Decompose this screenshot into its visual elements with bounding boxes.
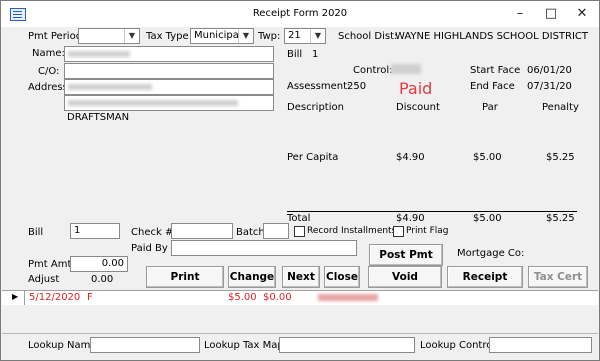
- total-divider: [287, 211, 577, 212]
- lookup-control-field[interactable]: [489, 337, 592, 353]
- lookup-tax-map-field[interactable]: [279, 337, 415, 353]
- assessment-label: Assessment:: [287, 81, 351, 92]
- total-discount: $4.90: [396, 213, 425, 224]
- print-flag-label: Print Flag: [406, 226, 449, 236]
- receipt-form-window: Receipt Form 2020 – □ ✕ Pmt Period ▼ Tax…: [0, 0, 600, 361]
- col-par-header: Par: [482, 102, 498, 113]
- batch-label: Batch: [236, 227, 265, 238]
- col-description-header: Description: [287, 102, 344, 113]
- start-face-value: 06/01/20: [527, 65, 572, 76]
- total-penalty: $5.25: [546, 213, 575, 224]
- pmt-period-select[interactable]: ▼: [78, 28, 140, 44]
- adjust-label: Adjust: [28, 274, 60, 285]
- batch-field[interactable]: [263, 223, 289, 239]
- payment-bill-label: Bill: [28, 227, 44, 238]
- adjust-value: 0.00: [91, 274, 114, 285]
- school-dist-value: WAYNE HIGHLANDS SCHOOL DISTRICT: [395, 31, 589, 42]
- total-label: Total: [287, 213, 311, 224]
- lookup-tax-map-label: Lookup Tax Map: [204, 340, 284, 351]
- tax-type-value: Municipal: [194, 30, 242, 41]
- row-selector-icon: ▶: [12, 292, 19, 301]
- grid-empty-area: [2, 305, 598, 334]
- grid-redacted: [318, 294, 378, 301]
- bill-info-value: 1: [312, 49, 319, 60]
- control-value: [391, 64, 421, 74]
- post-pmt-button[interactable]: Post Pmt: [369, 244, 443, 266]
- col-discount-header: Discount: [396, 102, 440, 113]
- print-receipt-button[interactable]: Print Receipt: [146, 266, 224, 303]
- tax-cert-button: Tax Cert: [528, 266, 588, 288]
- paid-status: Paid: [399, 79, 433, 98]
- receipt-hist-button[interactable]: Receipt Hist.: [447, 266, 523, 303]
- name-label: Name:: [32, 48, 65, 59]
- lookup-name-field[interactable]: [90, 337, 200, 353]
- pmt-amt-field[interactable]: 0.00: [70, 256, 128, 272]
- mortgage-co-label: Mortgage Co:: [457, 248, 525, 259]
- change-button[interactable]: Change: [228, 266, 276, 288]
- close-window-button[interactable]: ✕: [567, 5, 597, 23]
- title-bar: Receipt Form 2020 – □ ✕: [1, 1, 599, 27]
- next-button[interactable]: Next: [282, 266, 320, 288]
- payment-bill-value: 1: [74, 225, 81, 236]
- chevron-down-icon[interactable]: ▼: [124, 29, 139, 43]
- col-penalty-header: Penalty: [542, 102, 579, 113]
- check-label: Check #: [131, 227, 174, 238]
- minimize-button[interactable]: –: [505, 5, 535, 23]
- name-field[interactable]: [64, 46, 274, 62]
- pmt-amt-value: 0.00: [101, 258, 124, 269]
- twp-label: Twp:: [258, 31, 281, 42]
- control-label: Control:: [353, 65, 393, 76]
- address-line3-text: DRAFTSMAN: [67, 112, 130, 123]
- row-penalty: $5.25: [546, 152, 575, 163]
- grid-flag: F: [87, 292, 93, 303]
- twp-select[interactable]: 21 ▼: [284, 28, 326, 44]
- address-line2-field[interactable]: [64, 95, 274, 111]
- total-par: $5.00: [473, 213, 502, 224]
- tax-type-select[interactable]: Municipal ▼: [190, 28, 254, 44]
- co-label: C/O:: [38, 66, 60, 77]
- maximize-button[interactable]: □: [536, 5, 566, 23]
- twp-value: 21: [288, 30, 301, 41]
- school-dist-label: School Dist:: [338, 31, 398, 42]
- start-face-label: Start Face: [470, 65, 521, 76]
- chevron-down-icon[interactable]: ▼: [238, 29, 253, 43]
- check-number-field[interactable]: [171, 223, 233, 239]
- bill-info-label: Bill: [287, 49, 303, 60]
- close-button[interactable]: Close: [324, 266, 360, 288]
- grid-amount1: $5.00: [228, 292, 257, 303]
- print-flag-checkbox[interactable]: [393, 226, 404, 237]
- row-discount: $4.90: [396, 152, 425, 163]
- void-receipt-button[interactable]: Void Receipt: [368, 266, 442, 303]
- grid-amount2: $0.00: [263, 292, 292, 303]
- lookup-control-label: Lookup Control: [420, 340, 496, 351]
- address-line1-field[interactable]: [64, 79, 274, 95]
- row-par: $5.00: [473, 152, 502, 163]
- paid-by-label: Paid By: [131, 243, 168, 254]
- pmt-amt-label: Pmt Amt: [28, 259, 72, 270]
- tax-type-label: Tax Type: [146, 31, 189, 42]
- assessment-value: 250: [347, 81, 367, 92]
- row-description: Per Capita: [287, 152, 339, 163]
- record-installments-label: Record Installments: [307, 226, 397, 236]
- receipt-history-row[interactable]: ▶ 5/12/2020 F $5.00 $0.00: [2, 290, 598, 306]
- lookup-name-label: Lookup Name: [28, 340, 97, 351]
- payment-bill-field[interactable]: 1: [70, 223, 120, 239]
- end-face-label: End Face: [470, 81, 515, 92]
- record-installments-checkbox[interactable]: [294, 226, 305, 237]
- end-face-value: 07/31/20: [527, 81, 572, 92]
- paid-by-field[interactable]: [171, 240, 357, 256]
- co-field[interactable]: [64, 63, 274, 79]
- pmt-period-label: Pmt Period: [28, 31, 83, 42]
- chevron-down-icon[interactable]: ▼: [310, 29, 325, 43]
- grid-date: 5/12/2020: [29, 292, 81, 303]
